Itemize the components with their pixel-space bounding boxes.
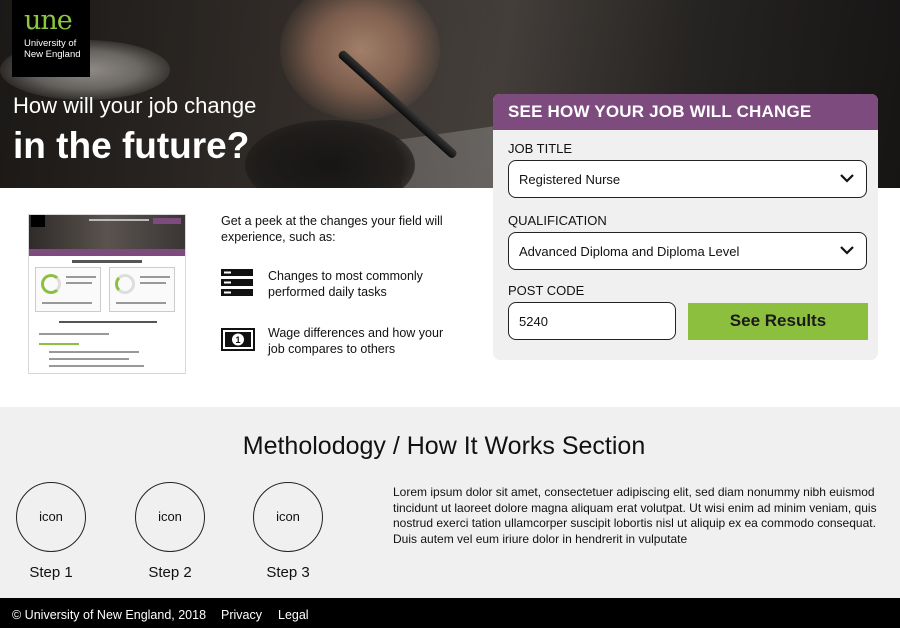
- preview-text: [39, 343, 79, 345]
- preview-text: [49, 351, 139, 353]
- logo-mark: une: [24, 5, 73, 36]
- form-heading: SEE HOW YOUR JOB WILL CHANGE: [493, 94, 878, 130]
- methodology-body: Lorem ipsum dolor sit amet, consectetuer…: [393, 485, 877, 546]
- feature-wage-differences: Wage differences and how your job compar…: [268, 326, 444, 356]
- step-1-icon: icon: [16, 482, 86, 552]
- hero-subtitle: How will your job change: [13, 93, 257, 118]
- results-preview-image: [28, 214, 186, 374]
- postcode-label: POST CODE: [508, 283, 585, 298]
- preview-text: [66, 282, 92, 284]
- preview-text: [59, 321, 157, 323]
- preview-text: [39, 333, 109, 335]
- preview-text: [66, 276, 96, 278]
- job-change-form: SEE HOW YOUR JOB WILL CHANGE JOB TITLE R…: [493, 94, 878, 360]
- preview-text: [116, 302, 166, 304]
- feature-daily-tasks: Changes to most commonly performed daily…: [268, 269, 423, 299]
- methodology-section: Metholodogy / How It Works Section icon …: [0, 407, 900, 598]
- preview-text: [140, 282, 166, 284]
- preview-bar: [29, 249, 185, 256]
- preview-ring: [41, 274, 61, 294]
- job-title-select[interactable]: Registered Nurse: [508, 160, 867, 198]
- preview-logo: [31, 215, 45, 227]
- preview-text: [42, 302, 92, 304]
- see-results-button[interactable]: See Results: [688, 303, 868, 340]
- preview-ring: [115, 274, 135, 294]
- postcode-value: 5240: [519, 314, 548, 329]
- list-icon: [221, 269, 253, 296]
- qualification-select[interactable]: Advanced Diploma and Diploma Level: [508, 232, 867, 270]
- privacy-link[interactable]: Privacy: [221, 608, 262, 622]
- preview-text: [49, 358, 129, 360]
- step-1-label: Step 1: [29, 564, 73, 581]
- job-title-label: JOB TITLE: [508, 141, 573, 156]
- chevron-down-icon: [840, 246, 854, 255]
- preview-button: [153, 218, 181, 224]
- logo-line-2: New England: [24, 49, 81, 60]
- preview-card: [109, 267, 175, 312]
- step-3-label: Step 3: [266, 564, 310, 581]
- une-logo[interactable]: une University of New England: [12, 0, 90, 77]
- preview-card: [35, 267, 101, 312]
- preview-text: [140, 276, 170, 278]
- qualification-value: Advanced Diploma and Diploma Level: [519, 244, 740, 259]
- chevron-down-icon: [840, 174, 854, 183]
- preview-nav: [89, 219, 149, 221]
- svg-text:1: 1: [235, 335, 240, 345]
- preview-text: [49, 365, 144, 367]
- step-2-label: Step 2: [148, 564, 192, 581]
- footer: © University of New England, 2018 Privac…: [0, 598, 900, 628]
- job-title-value: Registered Nurse: [519, 172, 621, 187]
- step-2-icon: icon: [135, 482, 205, 552]
- legal-link[interactable]: Legal: [278, 608, 309, 622]
- money-icon: 1: [221, 328, 255, 351]
- qualification-label: QUALIFICATION: [508, 213, 607, 228]
- postcode-input[interactable]: 5240: [508, 302, 676, 340]
- preview-header: [29, 215, 185, 249]
- preview-line: [72, 260, 142, 263]
- logo-line-1: University of: [24, 38, 77, 49]
- copyright-text: © University of New England, 2018: [12, 608, 207, 622]
- features-intro: Get a peek at the changes your field wil…: [221, 214, 443, 244]
- step-3-icon: icon: [253, 482, 323, 552]
- hero-title: in the future?: [13, 125, 250, 166]
- methodology-title: Metholodogy / How It Works Section: [242, 432, 646, 460]
